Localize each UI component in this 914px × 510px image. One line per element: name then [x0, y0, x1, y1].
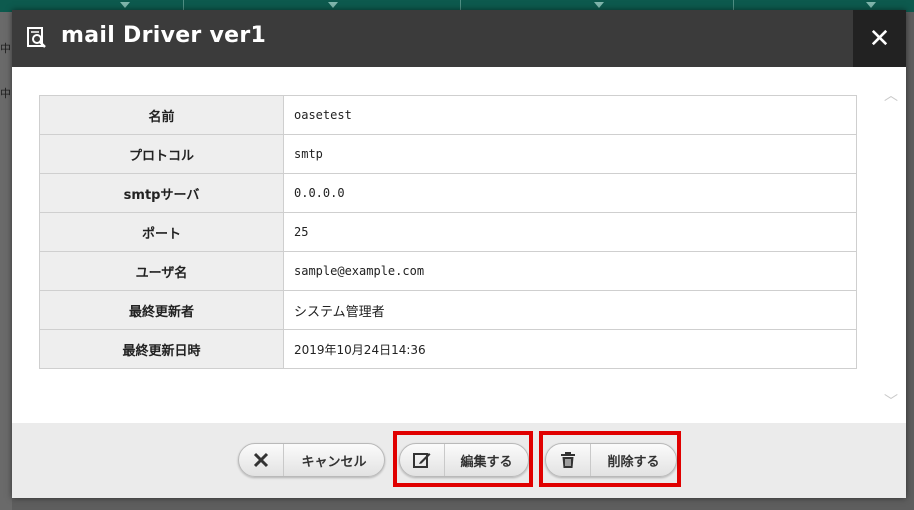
- row-label-smtp-server: smtpサーバ: [39, 173, 284, 213]
- sort-arrow-icon: [120, 2, 130, 8]
- background-text: 中: [0, 42, 11, 55]
- scroll-down-icon[interactable]: ﹀: [884, 395, 898, 409]
- row-label-name: 名前: [39, 95, 284, 135]
- row-label-username: ユーザ名: [39, 251, 284, 291]
- table-row: 名前 oasetest: [39, 95, 857, 135]
- row-value-username: sample@example.com: [283, 251, 857, 291]
- dialog-titlebar: mail Driver ver1 ✕: [12, 10, 906, 67]
- app-background-left: 中 中: [0, 12, 12, 510]
- driver-info-table: 名前 oasetest プロトコル smtp smtpサーバ 0.0.0.0 ポ…: [39, 95, 857, 369]
- row-label-last-updater: 最終更新者: [39, 290, 284, 330]
- row-label-port: ポート: [39, 212, 284, 252]
- sort-arrow-icon: [866, 2, 876, 8]
- row-value-smtp-server: 0.0.0.0: [283, 173, 857, 213]
- edit-button[interactable]: 編集する: [399, 443, 529, 477]
- column-divider: [733, 0, 734, 10]
- table-row: プロトコル smtp: [39, 134, 857, 174]
- sort-arrow-icon: [328, 2, 338, 8]
- document-search-icon: [27, 27, 46, 48]
- edit-button-label: 編集する: [460, 454, 513, 470]
- driver-detail-dialog: mail Driver ver1 ✕ ︿ 名前 oasetest プロトコル s…: [12, 10, 906, 498]
- table-row: smtpサーバ 0.0.0.0: [39, 173, 857, 213]
- cancel-x-icon: [239, 444, 284, 476]
- sort-arrow-icon: [594, 2, 604, 8]
- close-button[interactable]: ✕: [853, 10, 906, 67]
- table-row: ユーザ名 sample@example.com: [39, 251, 857, 291]
- delete-button[interactable]: 削除する: [545, 443, 677, 477]
- dialog-footer: キャンセル 編集する 削除する: [12, 423, 906, 498]
- row-label-last-updated: 最終更新日時: [39, 329, 284, 369]
- cancel-button[interactable]: キャンセル: [238, 443, 385, 477]
- delete-button-label: 削除する: [607, 454, 660, 470]
- column-divider: [460, 0, 461, 10]
- row-value-port: 25: [283, 212, 857, 252]
- row-value-last-updated: 2019年10月24日14:36: [283, 329, 857, 369]
- close-icon[interactable]: ✕: [869, 24, 891, 54]
- dialog-title: mail Driver ver1: [61, 23, 267, 48]
- row-label-protocol: プロトコル: [39, 134, 284, 174]
- edit-icon: [400, 444, 445, 476]
- dialog-body: ︿ 名前 oasetest プロトコル smtp smtpサーバ 0.0.0.0…: [12, 67, 906, 423]
- cancel-button-label: キャンセル: [301, 454, 367, 470]
- table-row: ポート 25: [39, 212, 857, 252]
- table-row: 最終更新者 システム管理者: [39, 290, 857, 330]
- column-divider: [183, 0, 184, 10]
- row-value-last-updater: システム管理者: [283, 290, 857, 330]
- row-value-protocol: smtp: [283, 134, 857, 174]
- table-row: 最終更新日時 2019年10月24日14:36: [39, 329, 857, 369]
- background-text: 中: [0, 87, 11, 100]
- trash-icon: [546, 444, 591, 476]
- scroll-up-icon[interactable]: ︿: [884, 89, 898, 103]
- row-value-name: oasetest: [283, 95, 857, 135]
